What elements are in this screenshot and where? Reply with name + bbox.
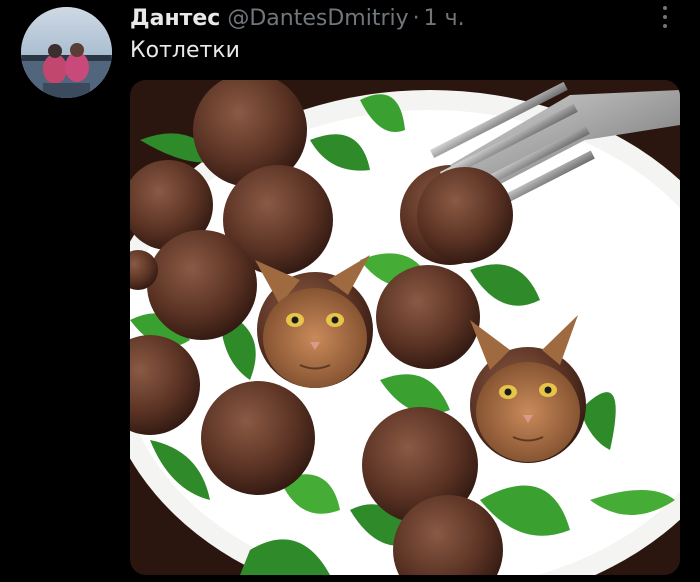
header-separator: · <box>412 5 420 31</box>
more-options-icon[interactable] <box>654 4 676 30</box>
cat-face-meatball-1 <box>255 255 373 388</box>
tweet-text: Котлетки <box>130 38 240 63</box>
author-handle[interactable]: @DantesDmitriy <box>227 6 408 31</box>
avatar-photo-icon <box>21 7 112 98</box>
author-display-name[interactable]: Дантес <box>130 6 220 31</box>
more-dot <box>663 24 667 28</box>
tweet[interactable]: Дантес @DantesDmitriy · 1 ч. Котлетки <box>0 0 700 582</box>
tweet-header: Дантес @DantesDmitriy · 1 ч. <box>130 3 465 33</box>
tweet-media-photo[interactable] <box>130 80 680 575</box>
meatballs-with-cats-photo <box>130 80 680 575</box>
tweet-timestamp[interactable]: 1 ч. <box>424 6 465 31</box>
author-avatar[interactable] <box>21 7 112 98</box>
more-dot <box>663 6 667 10</box>
more-dot <box>663 15 667 19</box>
